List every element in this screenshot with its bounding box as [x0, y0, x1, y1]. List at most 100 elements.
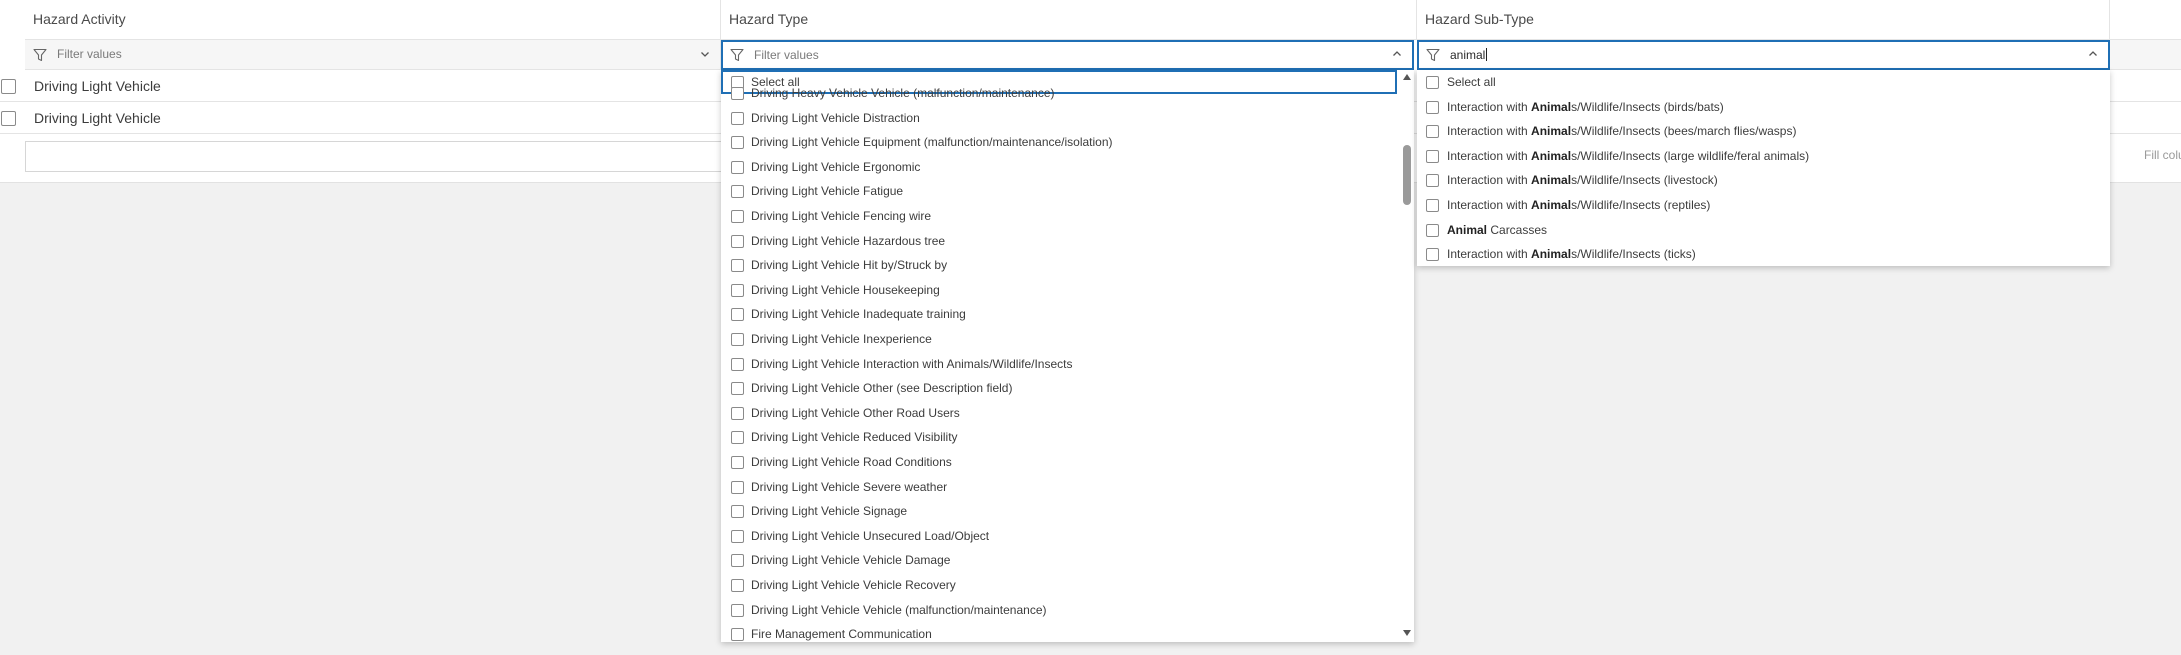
scrollbar-thumb[interactable]	[1403, 145, 1411, 205]
hazard-type-option[interactable]: Driving Heavy Vehicle Vehicle (malfuncti…	[721, 81, 1414, 105]
checkbox-icon[interactable]	[1426, 198, 1439, 212]
checkbox-icon[interactable]	[731, 406, 744, 420]
checkbox-icon[interactable]	[731, 382, 744, 396]
select-all-option[interactable]: Select all	[1417, 70, 2110, 94]
filter-cell-next	[2110, 40, 2181, 70]
sub-type-option[interactable]: Interaction with Animals/Wildlife/Insect…	[1417, 168, 2110, 192]
sub-type-option[interactable]: Interaction with Animals/Wildlife/Insect…	[1417, 119, 2110, 143]
option-label: Interaction with Animals/Wildlife/Insect…	[1447, 168, 1718, 192]
checkbox-icon[interactable]	[731, 87, 744, 100]
hazard-type-option[interactable]: Driving Light Vehicle Road Conditions	[721, 450, 1414, 474]
option-label: Driving Light Vehicle Vehicle Damage	[751, 553, 951, 568]
chevron-up-icon[interactable]	[2088, 49, 2098, 59]
sub-type-filter-input[interactable]: animal	[1450, 42, 1488, 68]
hazard-type-option[interactable]: Driving Light Vehicle Equipment (malfunc…	[721, 130, 1414, 154]
sub-type-option[interactable]: Interaction with Animals/Wildlife/Insect…	[1417, 193, 2110, 217]
hazard-type-option[interactable]: Driving Light Vehicle Severe weather	[721, 475, 1414, 499]
option-label: Driving Light Vehicle Vehicle (malfuncti…	[751, 602, 1047, 617]
funnel-icon	[730, 48, 744, 62]
row-checkbox[interactable]	[1, 79, 16, 94]
option-label-suffix: s/Wildlife/Insects (bees/march flies/was…	[1571, 124, 1797, 139]
sub-type-option[interactable]: Animal Carcasses	[1417, 218, 2110, 242]
hazard-type-option[interactable]: Driving Light Vehicle Vehicle (malfuncti…	[721, 598, 1414, 622]
chevron-up-icon[interactable]	[1392, 49, 1402, 59]
hazard-type-option[interactable]: Driving Light Vehicle Vehicle Recovery	[721, 573, 1414, 597]
hazard-type-option[interactable]: Driving Light Vehicle Signage	[721, 499, 1414, 523]
option-label-match: Animal	[1531, 173, 1572, 188]
checkbox-icon[interactable]	[731, 529, 744, 543]
hazard-type-option[interactable]: Driving Light Vehicle Hit by/Struck by	[721, 253, 1414, 277]
hazard-type-option[interactable]: Driving Light Vehicle Fencing wire	[721, 204, 1414, 228]
cell-hazard-activity: Driving Light Vehicle	[34, 78, 161, 94]
sub-type-option[interactable]: Interaction with Animals/Wildlife/Insect…	[1417, 95, 2110, 119]
hazard-type-option[interactable]: Driving Light Vehicle Inadequate trainin…	[721, 302, 1414, 326]
hazard-type-option[interactable]: Driving Light Vehicle Inexperience	[721, 327, 1414, 351]
option-label-suffix: s/Wildlife/Insects (ticks)	[1571, 247, 1696, 262]
fill-column-input[interactable]	[25, 141, 725, 172]
column-header-label: Hazard Sub-Type	[1425, 11, 1534, 27]
scroll-down-arrow-icon[interactable]	[1403, 630, 1411, 636]
checkbox-icon[interactable]	[731, 185, 744, 199]
checkbox-icon[interactable]	[731, 234, 744, 248]
checkbox-icon[interactable]	[731, 136, 744, 150]
checkbox-icon[interactable]	[731, 480, 744, 494]
hazard-type-option[interactable]: Driving Light Vehicle Housekeeping	[721, 278, 1414, 302]
scroll-up-arrow-icon[interactable]	[1403, 74, 1411, 80]
checkbox-icon[interactable]	[731, 603, 744, 617]
checkbox-icon[interactable]	[731, 259, 744, 273]
checkbox-icon[interactable]	[1426, 248, 1439, 262]
column-header-hazard-sub-type[interactable]: Hazard Sub-Type	[1417, 0, 2110, 40]
checkbox-icon[interactable]	[1426, 125, 1439, 139]
hazard-type-filter[interactable]: Filter values	[721, 40, 1414, 70]
hazard-type-option[interactable]: Driving Light Vehicle Ergonomic	[721, 155, 1414, 179]
hazard-type-option[interactable]: Fire Management Communication	[721, 622, 1414, 642]
row-checkbox[interactable]	[1, 111, 16, 126]
checkbox-icon[interactable]	[731, 456, 744, 469]
checkbox-icon[interactable]	[731, 111, 744, 125]
filter-placeholder: Filter values	[754, 48, 819, 62]
option-label-suffix: s/Wildlife/Insects (livestock)	[1571, 173, 1718, 188]
hazard-type-option[interactable]: Driving Light Vehicle Distraction	[721, 106, 1414, 130]
hazard-type-option[interactable]: Driving Light Vehicle Unsecured Load/Obj…	[721, 524, 1414, 548]
hazard-type-option[interactable]: Driving Light Vehicle Hazardous tree	[721, 229, 1414, 253]
checkbox-icon[interactable]	[1426, 174, 1439, 188]
checkbox-icon[interactable]	[1426, 149, 1439, 163]
hazard-type-dropdown[interactable]: Select all Driving Heavy Vehicle Vehicle…	[721, 70, 1414, 642]
sub-type-option[interactable]: Interaction with Animals/Wildlife/Insect…	[1417, 242, 2110, 266]
option-label: Driving Light Vehicle Other (see Descrip…	[751, 381, 1013, 396]
hazard-activity-filter[interactable]: Filter values	[25, 40, 721, 70]
sub-type-option[interactable]: Interaction with Animals/Wildlife/Insect…	[1417, 144, 2110, 168]
checkbox-icon[interactable]	[731, 579, 744, 592]
column-header-hazard-activity[interactable]: Hazard Activity	[25, 0, 721, 40]
checkbox-icon[interactable]	[731, 308, 744, 322]
hazard-sub-type-filter[interactable]: animal	[1417, 40, 2110, 70]
checkbox-icon[interactable]	[731, 160, 744, 174]
hazard-type-option[interactable]: Driving Light Vehicle Fatigue	[721, 179, 1414, 203]
hazard-type-option[interactable]: Driving Light Vehicle Reduced Visibility	[721, 425, 1414, 449]
checkbox-icon[interactable]	[731, 333, 744, 346]
hazard-type-option[interactable]: Driving Light Vehicle Other Road Users	[721, 401, 1414, 425]
option-label: Driving Heavy Vehicle Vehicle (malfuncti…	[751, 86, 1055, 100]
dropdown-scrollbar[interactable]	[1400, 70, 1414, 642]
checkbox-icon[interactable]	[731, 357, 744, 371]
checkbox-icon[interactable]	[731, 505, 744, 519]
filter-value: animal	[1450, 48, 1486, 62]
checkbox-icon[interactable]	[731, 554, 744, 568]
checkbox-icon[interactable]	[731, 283, 744, 297]
hazard-sub-type-dropdown[interactable]: Select all Interaction with Animals/Wild…	[1417, 70, 2110, 266]
checkbox-icon[interactable]	[731, 628, 744, 642]
hazard-type-option[interactable]: Driving Light Vehicle Vehicle Damage	[721, 548, 1414, 572]
column-header-hazard-type[interactable]: Hazard Type	[721, 0, 1417, 40]
checkbox-icon[interactable]	[1426, 223, 1439, 237]
option-label: Driving Light Vehicle Fatigue	[751, 184, 904, 199]
option-label: Driving Light Vehicle Equipment (malfunc…	[751, 135, 1113, 150]
option-label: Driving Light Vehicle Inexperience	[751, 332, 932, 346]
checkbox-icon[interactable]	[1426, 76, 1439, 89]
hazard-type-option[interactable]: Driving Light Vehicle Other (see Descrip…	[721, 376, 1414, 400]
checkbox-icon[interactable]	[731, 210, 744, 223]
hazard-type-option[interactable]: Driving Light Vehicle Interaction with A…	[721, 352, 1414, 376]
checkbox-icon[interactable]	[731, 431, 744, 445]
checkbox-icon[interactable]	[1426, 100, 1439, 114]
chevron-down-icon[interactable]	[700, 49, 710, 59]
option-label-match: Animal	[1447, 222, 1488, 237]
